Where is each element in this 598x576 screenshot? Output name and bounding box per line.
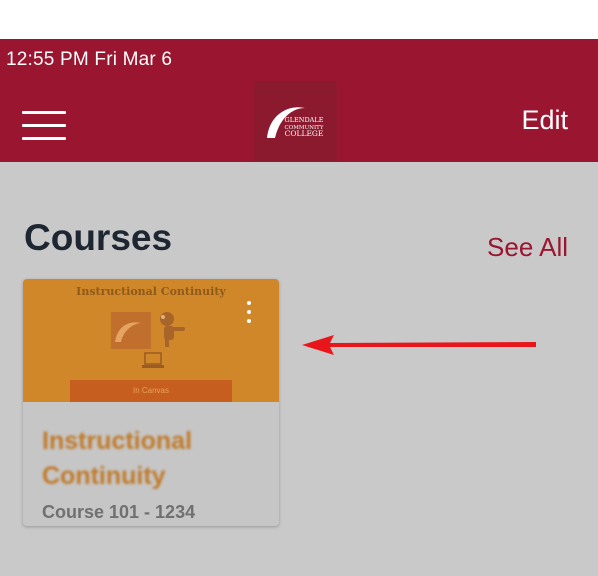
svg-text:GLENDALE: GLENDALE [284,116,323,124]
app-header: 12:55 PM Fri Mar 6 GLENDALE COMMUNITY CO… [0,39,598,162]
top-margin [0,0,598,39]
course-image-band: In Canvas [70,380,232,402]
course-name-line1: Instructional [42,427,193,455]
course-code: Course 101 - 1234 [42,502,196,522]
college-logo-icon: GLENDALE COMMUNITY COLLEGE [266,107,323,138]
college-logo: GLENDALE COMMUNITY COLLEGE [254,81,337,161]
see-all-link[interactable]: See All [487,232,568,263]
red-arrow-left-icon [302,335,536,355]
laptop-icon [142,352,164,368]
course-name: Instructional Continuity [42,424,272,494]
course-card[interactable]: Instructional Continuity In Canvas Instr… [23,279,279,526]
course-card-image: Instructional Continuity In Canvas [23,279,279,402]
card-options-icon[interactable] [241,301,257,327]
course-name-line2: Continuity [42,462,166,490]
mascot-icon [160,312,185,347]
course-image-title: Instructional Continuity [76,285,226,298]
hamburger-menu-icon[interactable] [22,108,66,144]
svg-text:COLLEGE: COLLEGE [284,129,323,138]
status-bar-time: 12:55 PM Fri Mar 6 [6,49,173,70]
dashboard-content: Courses See All Instructional Continuity… [0,162,598,576]
courses-heading: Courses [24,217,173,258]
edit-button[interactable]: Edit [521,105,568,136]
course-image-logo [111,312,151,349]
